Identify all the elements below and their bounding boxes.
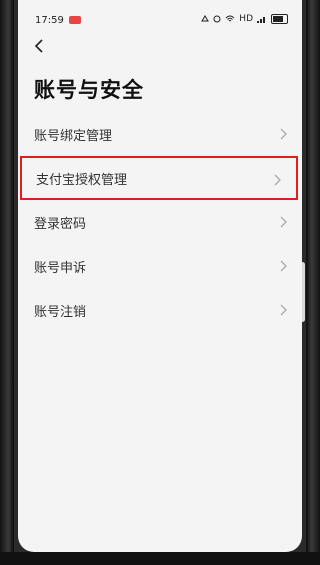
back-arrow-icon[interactable] (31, 37, 49, 55)
signal-icon (257, 17, 265, 23)
alarm-icon (213, 15, 221, 23)
menu-item-label: 支付宝授权管理 (36, 172, 128, 188)
phone-frame: 17:59 HD 账号与安全 账号绑定管理 支付宝授权管理 登录密码 账号申诉 … (0, 0, 320, 565)
phone-bottom-edge (0, 552, 320, 565)
chevron-right-icon (280, 216, 287, 228)
menu-item-account-appeal[interactable]: 账号申诉 (18, 244, 302, 288)
menu-item-label: 登录密码 (34, 216, 87, 232)
status-bar: 17:59 HD (18, 0, 302, 26)
status-time: 17:59 (35, 15, 64, 26)
mute-icon (201, 15, 210, 22)
chevron-right-icon (280, 128, 287, 140)
menu-item-login-password[interactable]: 登录密码 (18, 200, 302, 244)
menu-item-label: 账号申诉 (34, 260, 87, 276)
phone-bezel-left (0, 0, 14, 565)
hd-label: HD (239, 14, 253, 24)
menu-item-account-deletion[interactable]: 账号注销 (18, 288, 302, 332)
status-icons: HD (201, 14, 288, 24)
page-title: 账号与安全 (34, 78, 144, 102)
wifi-icon (225, 15, 235, 22)
menu-item-label: 账号注销 (34, 304, 87, 320)
settings-menu: 账号绑定管理 支付宝授权管理 登录密码 账号申诉 账号注销 (18, 112, 302, 332)
phone-bezel-right (306, 0, 320, 565)
chevron-right-icon (280, 304, 287, 316)
menu-item-alipay-authorization[interactable]: 支付宝授权管理 (20, 156, 298, 200)
battery-icon (271, 14, 288, 24)
chevron-right-icon (274, 174, 281, 186)
chevron-right-icon (280, 260, 287, 272)
notification-badge-icon (69, 16, 81, 24)
menu-item-account-binding[interactable]: 账号绑定管理 (18, 112, 302, 156)
menu-item-label: 账号绑定管理 (34, 128, 113, 144)
screen: 17:59 HD 账号与安全 账号绑定管理 支付宝授权管理 登录密码 账号申诉 … (18, 0, 302, 552)
